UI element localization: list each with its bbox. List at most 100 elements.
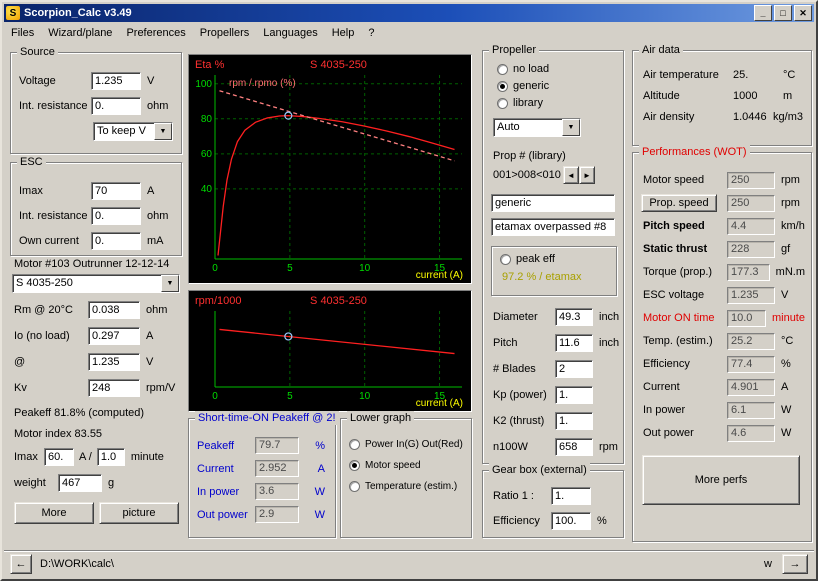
picture-button[interactable]: picture (99, 502, 179, 524)
maximize-button[interactable]: □ (774, 5, 792, 21)
peakeff-text: Peakeff 81.8% (computed) (14, 407, 182, 419)
st-in-power-value: 3.6 (255, 483, 299, 500)
svg-text:10: 10 (359, 263, 371, 274)
esc-own-current-label: Own current (19, 235, 91, 247)
radio-icon (500, 254, 511, 265)
perf-current-value: 4.901 (727, 379, 775, 396)
app-logo-icon: S (6, 6, 20, 20)
menubar: Files Wizard/plane Preferences Propeller… (4, 23, 814, 43)
prop-speed-button[interactable]: Prop. speed (641, 194, 717, 212)
esc-imax-label: Imax (19, 185, 91, 197)
svg-text:80: 80 (201, 114, 213, 125)
gear-efficiency-input[interactable] (551, 512, 591, 530)
rm-input[interactable] (88, 301, 140, 319)
status-back-button[interactable]: ← (10, 554, 32, 574)
radio-generic[interactable]: generic (497, 80, 623, 92)
at-voltage-input[interactable] (88, 353, 140, 371)
radio-motor-speed[interactable]: Motor speed (349, 460, 471, 471)
radio-no-load[interactable]: no load (497, 63, 623, 75)
more-button[interactable]: More (14, 502, 94, 524)
perf-static-thrust-unit: gf (781, 243, 790, 255)
perf-motor-on-time-unit: minute (772, 312, 805, 324)
more-perfs-button[interactable]: More perfs (642, 455, 800, 505)
app-window: S Scorpion_Calc v3.49 _ □ ✕ Files Wizard… (0, 0, 818, 581)
menu-preferences[interactable]: Preferences (119, 24, 192, 42)
pitch-input[interactable] (555, 334, 593, 352)
svg-text:S 4035-250: S 4035-250 (310, 295, 367, 307)
performances-group: Performances (WOT) Motor speed 250 rpm P… (632, 152, 812, 542)
menu-files[interactable]: Files (4, 24, 41, 42)
radio-icon (349, 460, 360, 471)
ratio-label: Ratio 1 : (493, 490, 551, 502)
prop-library-label: Prop # (library) (493, 150, 623, 162)
menu-languages[interactable]: Languages (256, 24, 324, 42)
motor-imax-input[interactable] (44, 448, 74, 466)
air-density-unit: kg/m3 (773, 111, 803, 123)
to-keep-dropdown[interactable]: To keep V ▼ (93, 122, 173, 141)
pitch-label: Pitch (493, 337, 555, 349)
menu-propellers[interactable]: Propellers (193, 24, 257, 42)
radio-peak-eff[interactable]: peak eff (500, 253, 616, 265)
esc-int-resistance-unit: ohm (147, 210, 168, 222)
perf-temp-value: 25.2 (727, 333, 775, 350)
source-int-resistance-input[interactable] (91, 97, 141, 115)
prop-status-input[interactable] (491, 218, 615, 236)
ratio-input[interactable] (551, 487, 591, 505)
perf-prop-speed-value: 250 (727, 195, 775, 212)
short-time-group-title: Short-time-ON Peakeff @ 2! (195, 411, 339, 425)
perf-torque-label: Torque (prop.) (643, 266, 727, 278)
motor-model-dropdown[interactable]: S 4035-250 ▼ (12, 274, 180, 293)
diameter-input[interactable] (555, 308, 593, 326)
rm-label: Rm @ 20°C (14, 304, 88, 316)
lower-graph-group-title: Lower graph (347, 411, 414, 425)
prop-name-input[interactable] (491, 194, 615, 212)
radio-power-in-out[interactable]: Power In(G) Out(Red) (349, 439, 471, 450)
motor-index-text: Motor index 83.55 (14, 428, 182, 440)
to-keep-dropdown-value: To keep V (94, 123, 154, 140)
kv-input[interactable] (88, 379, 140, 397)
kp-power-input[interactable] (555, 386, 593, 404)
weight-label: weight (14, 477, 58, 489)
radio-icon (497, 81, 508, 92)
at-voltage-unit: V (146, 356, 153, 368)
prop-mode-dropdown[interactable]: Auto ▼ (493, 118, 581, 137)
esc-imax-input[interactable] (91, 182, 141, 200)
weight-input[interactable] (58, 474, 102, 492)
status-forward-button[interactable]: → (782, 554, 808, 574)
esc-group-title: ESC (17, 155, 46, 169)
st-current-value: 2.952 (255, 460, 299, 477)
io-input[interactable] (88, 327, 140, 345)
menu-wizard-plane[interactable]: Wizard/plane (41, 24, 119, 42)
diameter-unit: inch (599, 311, 619, 323)
window-title: Scorpion_Calc v3.49 (24, 7, 752, 19)
prop-prev-button[interactable]: ◄ (563, 166, 579, 184)
blades-input[interactable] (555, 360, 593, 378)
radio-icon (349, 439, 360, 450)
menu-question[interactable]: ? (361, 24, 381, 42)
menu-help[interactable]: Help (325, 24, 362, 42)
motor-imax-minutes-input[interactable] (97, 448, 125, 466)
esc-own-current-input[interactable] (91, 232, 141, 250)
prop-next-button[interactable]: ► (579, 166, 595, 184)
short-time-group: Short-time-ON Peakeff @ 2! Peakeff 79.7 … (188, 418, 336, 538)
perf-esc-voltage-label: ESC voltage (643, 289, 727, 301)
close-button[interactable]: ✕ (794, 5, 812, 21)
svg-text:current (A): current (A) (416, 270, 463, 281)
svg-text:5: 5 (287, 391, 293, 402)
k2-thrust-input[interactable] (555, 412, 593, 430)
st-out-power-unit: W (315, 509, 325, 521)
air-temperature-value: 25. (733, 69, 777, 81)
chevron-down-icon[interactable]: ▼ (161, 275, 179, 292)
n100w-input[interactable] (555, 438, 593, 456)
perf-efficiency-unit: % (781, 358, 791, 370)
radio-temperature[interactable]: Temperature (estim.) (349, 481, 471, 492)
st-current-unit: A (318, 463, 325, 475)
radio-library[interactable]: library (497, 97, 623, 109)
chevron-down-icon[interactable]: ▼ (154, 123, 172, 140)
esc-int-resistance-input[interactable] (91, 207, 141, 225)
chevron-down-icon[interactable]: ▼ (562, 119, 580, 136)
svg-text:40: 40 (201, 184, 213, 195)
st-in-power-label: In power (197, 486, 255, 498)
minimize-button[interactable]: _ (754, 5, 772, 21)
voltage-input[interactable] (91, 72, 141, 90)
